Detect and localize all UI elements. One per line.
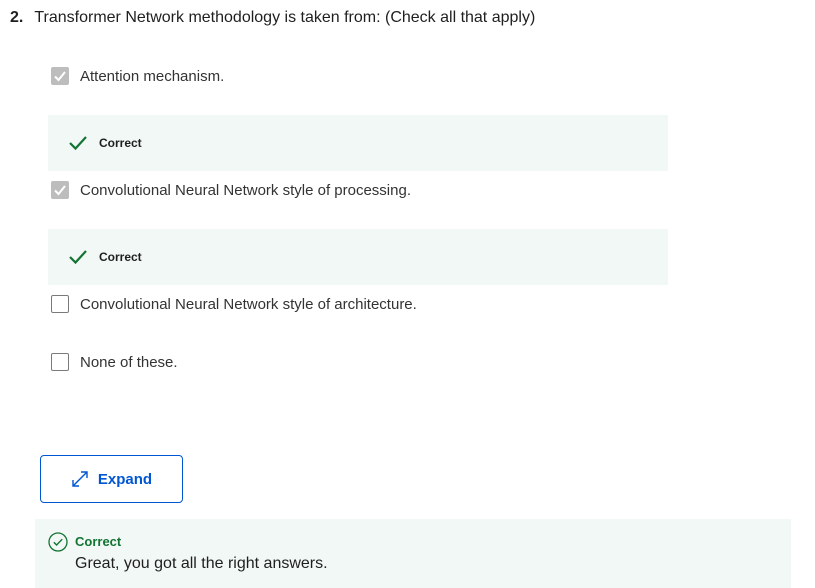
option-feedback: Correct bbox=[48, 115, 668, 171]
question-header: 2. Transformer Network methodology is ta… bbox=[10, 9, 535, 27]
quiz-page: 2. Transformer Network methodology is ta… bbox=[0, 0, 815, 588]
expand-button[interactable]: Expand bbox=[40, 455, 183, 503]
option-none-of-these[interactable]: None of these. bbox=[51, 353, 178, 371]
result-title: Correct bbox=[75, 534, 122, 549]
checkmark-icon bbox=[68, 135, 88, 151]
feedback-label: Correct bbox=[99, 136, 142, 150]
checkbox-checked-icon[interactable] bbox=[51, 181, 69, 199]
option-cnn-processing[interactable]: Convolutional Neural Network style of pr… bbox=[51, 181, 411, 199]
result-message: Great, you got all the right answers. bbox=[75, 555, 328, 572]
option-attention-mechanism[interactable]: Attention mechanism. bbox=[51, 67, 224, 85]
option-label: Convolutional Neural Network style of ar… bbox=[80, 295, 417, 313]
question-text: Transformer Network methodology is taken… bbox=[34, 9, 536, 26]
checkbox-checked-icon[interactable] bbox=[51, 67, 69, 85]
option-cnn-architecture[interactable]: Convolutional Neural Network style of ar… bbox=[51, 295, 417, 313]
checkbox-unchecked-icon[interactable] bbox=[51, 295, 69, 313]
option-label: None of these. bbox=[80, 353, 178, 371]
checkmark-icon bbox=[68, 249, 88, 265]
check-circle-icon bbox=[48, 532, 68, 552]
question-number: 2. bbox=[10, 9, 24, 26]
option-label: Attention mechanism. bbox=[80, 67, 225, 85]
option-label: Convolutional Neural Network style of pr… bbox=[80, 181, 411, 199]
option-feedback: Correct bbox=[48, 229, 668, 285]
expand-arrows-icon bbox=[71, 470, 89, 488]
result-banner: Correct Great, you got all the right ans… bbox=[35, 519, 791, 588]
checkbox-unchecked-icon[interactable] bbox=[51, 353, 69, 371]
feedback-label: Correct bbox=[99, 250, 142, 264]
expand-button-label: Expand bbox=[97, 470, 153, 488]
